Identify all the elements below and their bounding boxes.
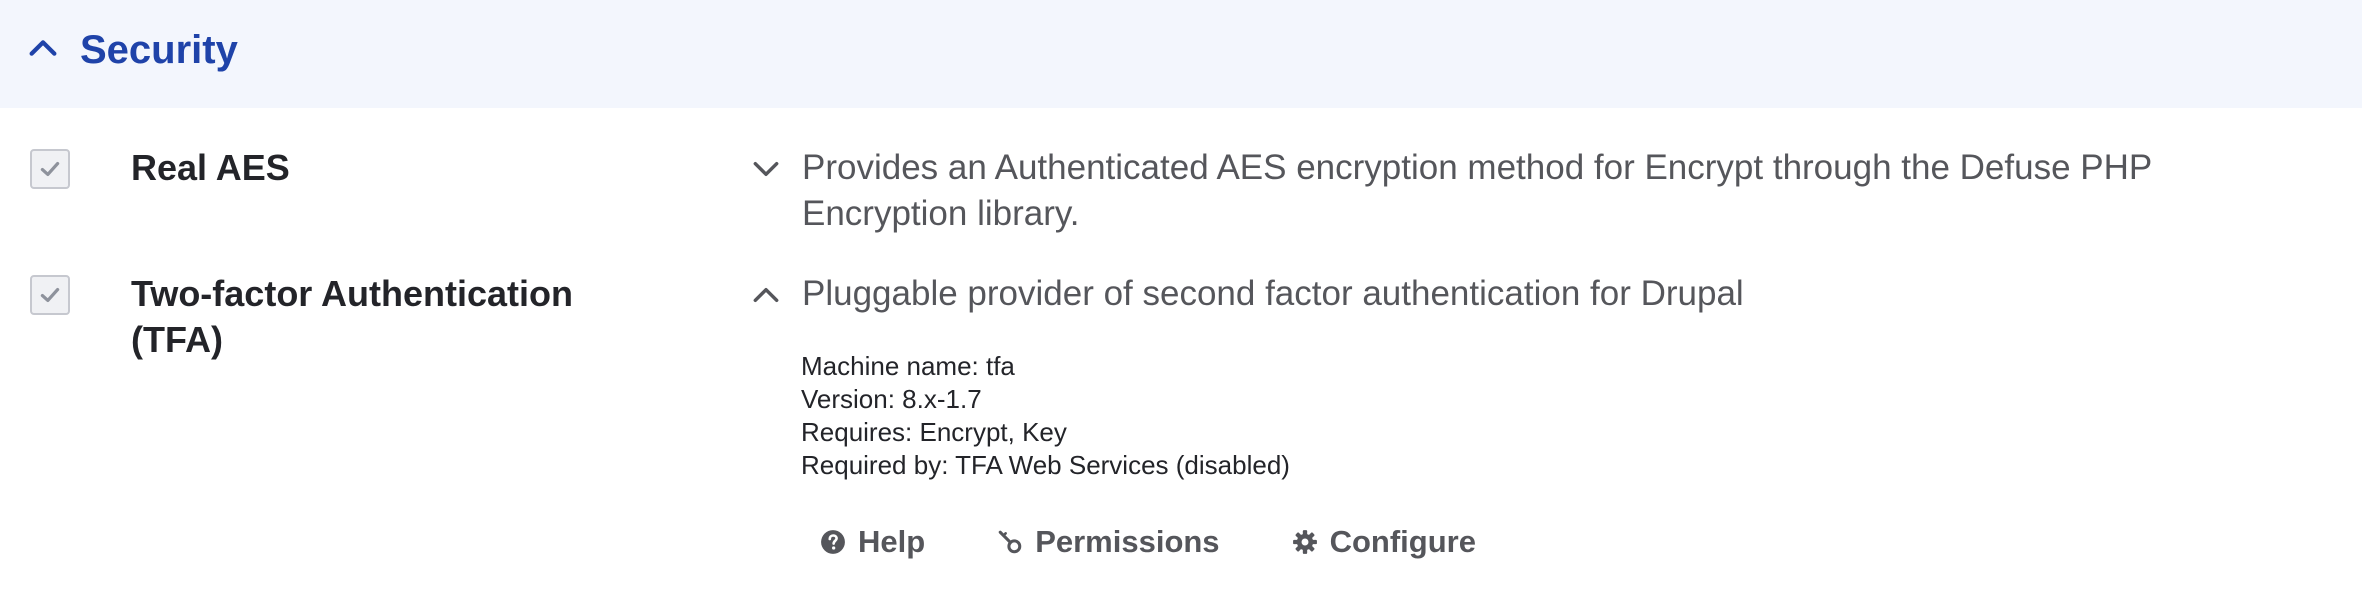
version: Version: 8.x-1.7 — [801, 384, 982, 414]
module-links: Help Permissions Configure — [820, 524, 1548, 560]
help-icon — [821, 530, 845, 554]
gear-icon — [1292, 530, 1317, 554]
module-name: Two-factor Authentication (TFA) — [131, 273, 573, 360]
check-icon — [40, 161, 60, 177]
module-checkbox-real-aes[interactable] — [30, 149, 70, 189]
permissions-link[interactable]: Permissions — [997, 524, 1220, 560]
key-icon — [998, 530, 1022, 554]
section-title: Security — [80, 27, 238, 72]
module-description: Provides an Authenticated AES encryption… — [802, 148, 2152, 233]
check-icon — [40, 287, 60, 303]
module-details: Machine name: tfa Version: 8.x-1.7 Requi… — [801, 350, 1290, 482]
chevron-down-icon — [753, 161, 779, 177]
description-toggle[interactable] — [746, 149, 786, 189]
section-header: Security — [0, 0, 2362, 108]
help-link-label: Help — [858, 524, 926, 559]
required-by: Required by: TFA Web Services (disabled) — [801, 450, 1290, 480]
permissions-link-label: Permissions — [1035, 524, 1220, 559]
configure-link-label: Configure — [1329, 524, 1476, 559]
chevron-up-icon — [26, 31, 60, 70]
configure-link[interactable]: Configure — [1292, 524, 1476, 560]
description-toggle[interactable] — [746, 275, 786, 315]
requires: Requires: Encrypt, Key — [801, 417, 1067, 447]
module-name: Real AES — [131, 147, 290, 188]
section-toggle-security[interactable]: Security — [26, 22, 238, 78]
module-checkbox-tfa[interactable] — [30, 275, 70, 315]
module-description: Pluggable provider of second factor auth… — [802, 274, 1744, 313]
help-link[interactable]: Help — [820, 524, 925, 560]
machine-name: Machine name: tfa — [801, 351, 1015, 381]
chevron-up-icon — [753, 287, 779, 303]
